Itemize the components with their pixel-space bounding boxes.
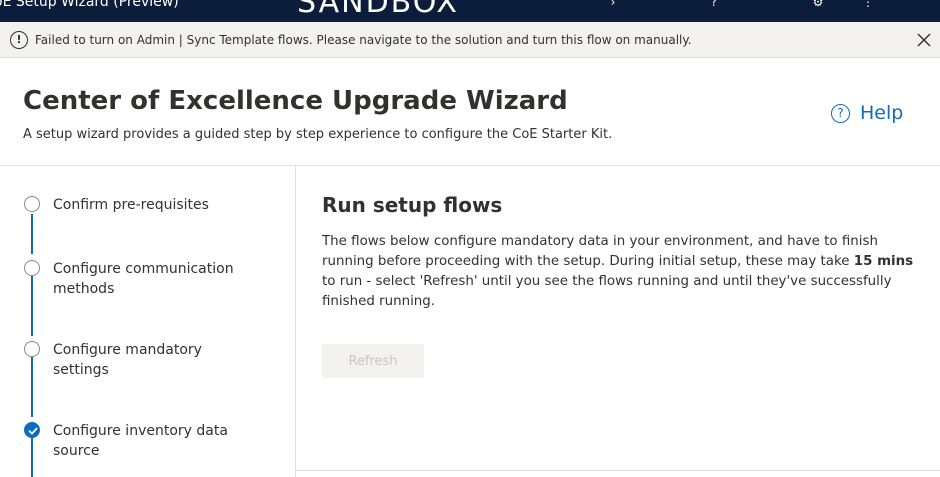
step-label: Configure mandatory settings	[53, 342, 202, 378]
section-description: The flows below configure mandatory data…	[322, 232, 927, 312]
help-label: Help	[860, 102, 904, 124]
step-status-circle-icon	[24, 341, 40, 357]
step-label: Configure communication methods	[53, 261, 234, 297]
page-title: Center of Excellence Upgrade Wizard	[23, 86, 568, 116]
step-connector	[31, 276, 33, 336]
error-notification-bar: ! Failed to turn on Admin | Sync Templat…	[0, 22, 940, 58]
step-connector	[31, 357, 33, 417]
step-connector	[31, 438, 33, 477]
step-connector	[31, 214, 33, 254]
info-icon: !	[10, 31, 28, 49]
description-text: The flows below configure mandatory data…	[322, 234, 878, 269]
panel-divider	[295, 166, 296, 477]
step-label: Confirm pre-requisites	[53, 197, 209, 213]
close-icon[interactable]	[912, 28, 936, 52]
section-title: Run setup flows	[322, 193, 503, 217]
refresh-button[interactable]: Refresh	[322, 344, 424, 378]
wizard-steps: Confirm pre-requisites Configure communi…	[0, 166, 295, 477]
settings-icon[interactable]: ⚙	[811, 0, 825, 8]
question-icon[interactable]: ?	[707, 0, 721, 8]
step-label: Configure inventory data source	[53, 423, 228, 459]
help-link[interactable]: ? Help	[831, 100, 903, 126]
step-status-circle-icon	[24, 260, 40, 276]
notification-message: Failed to turn on Admin | Sync Template …	[35, 33, 692, 47]
duration-highlight: 15 mins	[853, 254, 914, 269]
help-circle-icon: ?	[831, 103, 850, 123]
app-title: oE Setup Wizard (Preview)	[0, 0, 179, 10]
content-bottom-divider	[296, 470, 940, 471]
environment-name: SANDBOX	[297, 0, 459, 20]
checkmark-circle-icon	[24, 422, 40, 438]
chevron-right-icon[interactable]: ›	[606, 0, 620, 8]
step-status-circle-icon	[24, 196, 40, 212]
more-icon[interactable]: ⋮	[861, 0, 875, 8]
top-bar: oE Setup Wizard (Preview) SANDBOX › ? ⚙ …	[0, 0, 940, 22]
description-text: to run - select 'Refresh' until you see …	[322, 274, 892, 309]
page-subtitle: A setup wizard provides a guided step by…	[23, 127, 613, 142]
